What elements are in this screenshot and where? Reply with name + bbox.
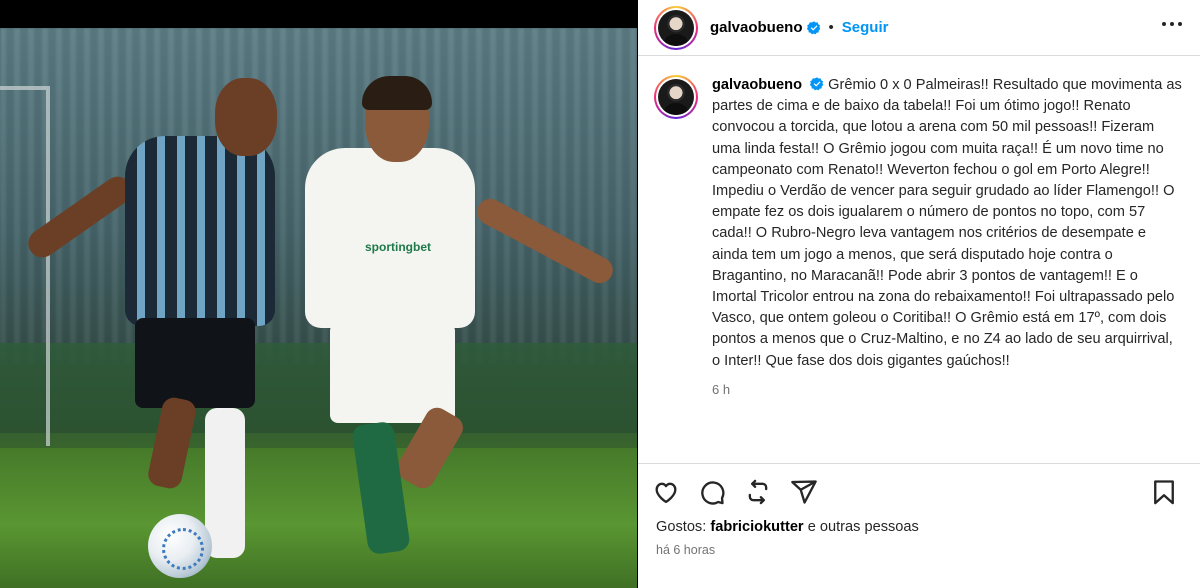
caption-username[interactable]: galvaobueno — [712, 77, 802, 93]
goal-post — [0, 86, 50, 446]
caption-section: galvaobueno Grêmio 0 x 0 Palmeiras!! Res… — [638, 57, 1200, 462]
post-photo[interactable]: sportingbet — [0, 28, 637, 588]
player-gremio-shorts — [135, 318, 255, 408]
caption-profile-photo — [658, 79, 694, 115]
post-media-pane: sportingbet — [0, 0, 637, 588]
caption-timestamp[interactable]: 6 h — [712, 382, 1182, 397]
football — [148, 514, 212, 578]
heart-icon[interactable] — [652, 478, 680, 506]
advertising-board — [0, 343, 637, 433]
caption-text-block: galvaobueno Grêmio 0 x 0 Palmeiras!! Res… — [712, 75, 1182, 372]
profile-photo — [658, 9, 694, 46]
repost-icon[interactable] — [744, 478, 772, 506]
header-separator: • — [828, 19, 834, 36]
caption-text: Grêmio 0 x 0 Palmeiras!! Resultado que m… — [712, 77, 1182, 369]
header-username[interactable]: galvaobueno — [710, 19, 803, 36]
post-timestamp[interactable]: há 6 horas — [656, 543, 715, 557]
share-icon[interactable] — [790, 478, 818, 506]
comment-icon[interactable] — [698, 478, 726, 506]
verified-badge-icon — [806, 20, 821, 35]
caption-verified-badge-icon — [810, 77, 824, 91]
bookmark-icon[interactable] — [1150, 478, 1178, 506]
likes-suffix[interactable]: e outras pessoas — [808, 519, 919, 535]
caption-avatar[interactable] — [654, 75, 698, 119]
likes-user-link[interactable]: fabriciokutter — [710, 519, 803, 535]
post-header: galvaobueno • Seguir — [638, 0, 1200, 56]
likes-summary: Gostos: fabriciokutter e outras pessoas — [656, 519, 919, 535]
header-avatar[interactable] — [654, 5, 698, 50]
action-bar — [638, 463, 1200, 511]
player-gremio-jersey — [125, 136, 275, 326]
player-palmeiras-hair — [362, 76, 432, 110]
follow-button[interactable]: Seguir — [842, 19, 889, 36]
pitch — [0, 448, 637, 588]
jersey-sponsor-text: sportingbet — [365, 240, 431, 254]
player-gremio-leg-front — [205, 408, 245, 558]
more-options-icon[interactable] — [1162, 16, 1182, 32]
likes-prefix: Gostos: — [656, 519, 707, 535]
post-details-pane: galvaobueno • Seguir galvaobueno Grêmio … — [638, 0, 1200, 588]
player-palmeiras-jersey — [305, 148, 475, 328]
player-gremio-head — [215, 78, 277, 156]
